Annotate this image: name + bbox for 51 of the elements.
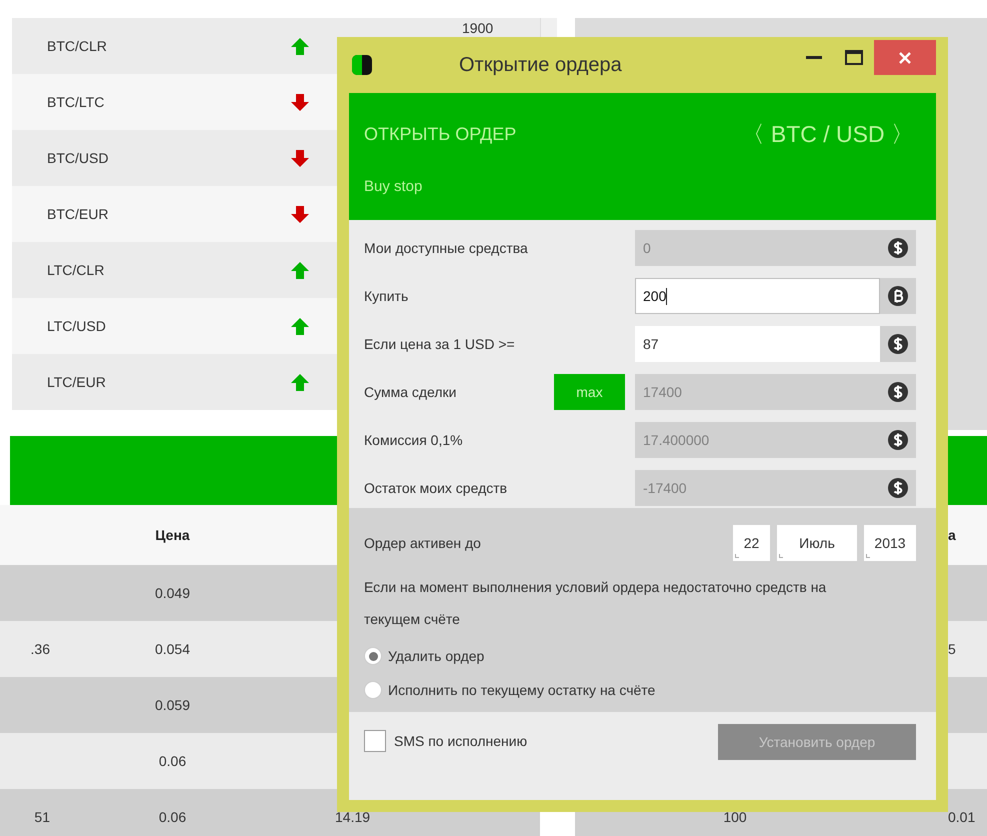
pair-name: LTC/EUR xyxy=(47,374,106,390)
field-label: Мои доступные средства xyxy=(364,240,529,256)
table-cell: 5 xyxy=(948,641,956,657)
maximize-icon xyxy=(845,50,863,65)
dollar-coin-icon xyxy=(888,430,908,450)
year-picker[interactable]: 2013 xyxy=(864,525,916,561)
table-cell: 0.054 xyxy=(154,641,190,657)
dollar-coin-icon xyxy=(888,478,908,498)
table-cell: 51 xyxy=(34,809,50,825)
table-cell: .36 xyxy=(30,641,50,657)
table-cell: 0.01 xyxy=(948,809,976,825)
pair-name: BTC/EUR xyxy=(47,206,108,222)
table-cell: 0.049 xyxy=(154,585,190,601)
column-header: Цена xyxy=(155,527,190,543)
radio-option[interactable]: Удалить ордер xyxy=(364,639,916,673)
dollar-coin-icon xyxy=(888,382,908,402)
expiry-label: Ордер активен до xyxy=(364,535,481,551)
radio-option[interactable]: Исполнить по текущему остатку на счёте xyxy=(364,673,916,707)
value-text: 1900 xyxy=(462,20,494,36)
field-label: Сумма сделки xyxy=(364,384,458,400)
table-cell: 0.059 xyxy=(154,697,190,713)
table-cell: 0.06 xyxy=(158,809,186,825)
sms-checkbox[interactable]: SMS по исполнению xyxy=(364,724,528,758)
column-header: а xyxy=(948,527,956,543)
field-label: Остаток моих средств xyxy=(364,480,508,496)
input-field[interactable]: 87 xyxy=(635,326,880,362)
field-label: Комиссия 0,1% xyxy=(364,432,464,448)
input-field: 17.400000 xyxy=(635,422,880,458)
table-cell: 100 xyxy=(723,809,747,825)
close-button[interactable] xyxy=(874,40,936,75)
pair-name: BTC/USD xyxy=(47,150,108,166)
field-label: Если цена за 1 USD >= xyxy=(364,336,516,352)
pair-name: BTC/LTC xyxy=(47,94,104,110)
table-cell: 0.06 xyxy=(158,753,186,769)
pair-name: LTC/CLR xyxy=(47,262,104,278)
minimize-icon xyxy=(806,56,822,59)
input-field: 17400 xyxy=(635,374,880,410)
month-picker[interactable]: Июль xyxy=(777,525,857,561)
bitcoin-coin-icon xyxy=(888,286,908,306)
dollar-coin-icon xyxy=(888,334,908,354)
table-cell: 14.19 xyxy=(335,809,370,825)
day-picker[interactable]: 22 xyxy=(733,525,770,561)
input-field: -17400 xyxy=(635,470,880,506)
pair-name: BTC/CLR xyxy=(47,38,107,54)
input-field[interactable]: 200 xyxy=(635,278,880,314)
close-icon xyxy=(899,52,911,64)
note-text: Если на момент выполнения условий ордера недостаточно средств на текущем счёте xyxy=(364,578,828,629)
app-logo-icon xyxy=(352,55,372,75)
dollar-coin-icon xyxy=(888,238,908,258)
pair-name: LTC/USD xyxy=(47,318,106,334)
input-field: 0 xyxy=(635,230,880,266)
